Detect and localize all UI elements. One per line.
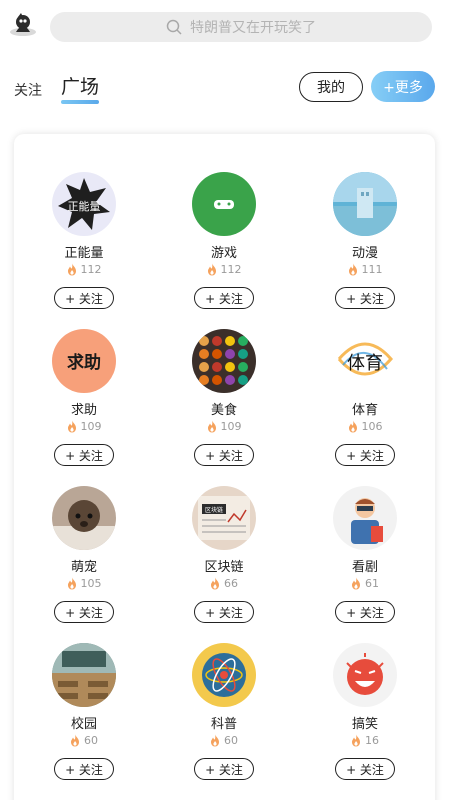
topic-heat: 60 (14, 734, 154, 747)
positive-energy-icon[interactable]: 正能量 (52, 172, 116, 236)
topic-heat: 105 (14, 577, 154, 590)
topic-heat: 16 (295, 734, 435, 747)
heat-count: 106 (361, 420, 383, 433)
sports-calligraphy-icon[interactable]: 体育 (333, 329, 397, 393)
mine-button[interactable]: 我的 (299, 72, 363, 102)
game-controller-icon[interactable] (192, 172, 256, 236)
search-icon (166, 19, 182, 35)
topic-name: 求助 (70, 403, 97, 418)
flame-icon (352, 734, 360, 747)
topic-card: 正能量 正能量 112 + 关注 游戏 112 + 关注 动漫 111 + 关注… (14, 134, 435, 800)
flame-icon (348, 420, 357, 433)
topic-name: 校园 (70, 717, 97, 732)
top-bar: 特朗普又在开玩笑了 (0, 0, 449, 56)
food-platter-icon[interactable] (192, 329, 256, 393)
topic-item[interactable]: 求助 求助 109 + 关注 (14, 291, 154, 466)
topic-heat: 111 (295, 263, 435, 276)
tab-follow[interactable]: 关注 (14, 80, 42, 100)
topic-name: 动漫 (351, 246, 378, 261)
topic-heat: 106 (295, 420, 435, 433)
heat-count: 61 (365, 577, 379, 590)
flame-icon (67, 263, 76, 276)
topic-name: 美食 (210, 403, 237, 418)
flame-icon (207, 263, 216, 276)
svg-text:区块链: 区块链 (205, 506, 223, 514)
topic-name: 区块链 (204, 560, 244, 575)
follow-button[interactable]: + 关注 (194, 758, 254, 780)
more-button[interactable]: +更多 (371, 71, 435, 102)
topic-item[interactable]: 搞笑 16 + 关注 (295, 605, 435, 780)
blockchain-newspaper-icon[interactable]: 区块链 (192, 486, 256, 550)
flame-icon (211, 577, 219, 590)
topic-item[interactable]: 校园 60 + 关注 (14, 605, 154, 780)
heat-count: 105 (80, 577, 102, 590)
heat-count: 66 (224, 577, 238, 590)
topic-heat: 109 (14, 420, 154, 433)
topic-item[interactable]: 正能量 正能量 112 + 关注 (14, 134, 154, 309)
topic-item[interactable]: 美食 109 + 关注 (154, 291, 294, 466)
heat-count: 109 (220, 420, 242, 433)
topic-item[interactable]: 看剧 61 + 关注 (295, 448, 435, 623)
topic-heat: 66 (154, 577, 294, 590)
campus-classroom-icon[interactable] (52, 643, 116, 707)
flame-icon (211, 734, 219, 747)
help-text-icon[interactable]: 求助 (52, 329, 116, 393)
topic-heat: 112 (14, 263, 154, 276)
heat-count: 112 (220, 263, 242, 276)
topic-item[interactable]: 科普 60 + 关注 (154, 605, 294, 780)
science-atom-icon[interactable] (192, 643, 256, 707)
topic-item[interactable]: 游戏 112 + 关注 (154, 134, 294, 309)
tab-row: 关注 广场 我的 +更多 (0, 62, 449, 112)
follow-button[interactable]: + 关注 (335, 758, 395, 780)
follow-button[interactable]: + 关注 (54, 758, 114, 780)
heat-count: 111 (361, 263, 383, 276)
topic-name: 体育 (351, 403, 378, 418)
search-input[interactable]: 特朗普又在开玩笑了 (50, 12, 432, 42)
heat-count: 109 (80, 420, 102, 433)
flame-icon (67, 577, 76, 590)
topic-item[interactable]: 体育 体育 106 + 关注 (295, 291, 435, 466)
topic-name: 正能量 (64, 246, 104, 261)
user-avatar-icon[interactable] (8, 10, 38, 40)
active-tab-indicator (61, 100, 99, 104)
flame-icon (348, 263, 357, 276)
pet-poodle-icon[interactable] (52, 486, 116, 550)
topic-name: 看剧 (351, 560, 378, 575)
heat-count: 60 (84, 734, 98, 747)
flame-icon (352, 577, 360, 590)
tab-square[interactable]: 广场 (61, 72, 99, 99)
topic-name: 科普 (210, 717, 237, 732)
topic-item[interactable]: 动漫 111 + 关注 (295, 134, 435, 309)
flame-icon (71, 734, 79, 747)
search-placeholder: 特朗普又在开玩笑了 (190, 20, 316, 36)
heat-count: 60 (224, 734, 238, 747)
flame-icon (207, 420, 216, 433)
topic-heat: 109 (154, 420, 294, 433)
flame-icon (67, 420, 76, 433)
funny-face-icon[interactable] (333, 643, 397, 707)
anime-scene-icon[interactable] (333, 172, 397, 236)
topic-heat: 60 (154, 734, 294, 747)
topic-item[interactable]: 萌宠 105 + 关注 (14, 448, 154, 623)
topic-name: 搞笑 (351, 717, 378, 732)
heat-count: 16 (365, 734, 379, 747)
svg-text:正能量: 正能量 (68, 199, 101, 213)
topic-heat: 61 (295, 577, 435, 590)
topic-name: 萌宠 (70, 560, 97, 575)
heat-count: 112 (80, 263, 102, 276)
svg-text:体育: 体育 (347, 353, 383, 374)
topic-name: 游戏 (210, 246, 237, 261)
drama-viewer-icon[interactable] (333, 486, 397, 550)
svg-text:求助: 求助 (67, 352, 101, 373)
topic-item[interactable]: 区块链 区块链 66 + 关注 (154, 448, 294, 623)
topic-heat: 112 (154, 263, 294, 276)
